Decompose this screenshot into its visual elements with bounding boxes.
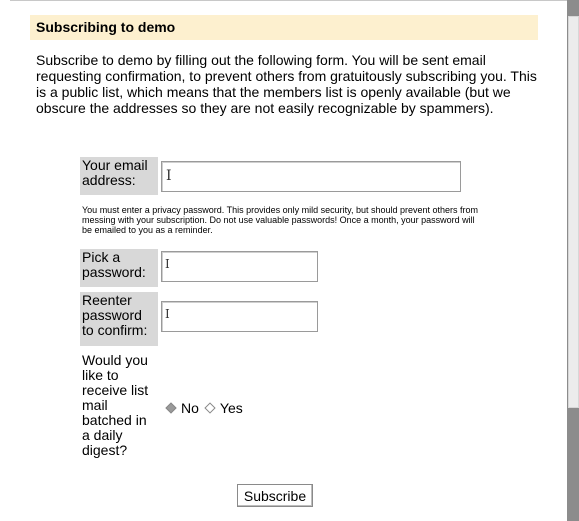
digest-no-label[interactable]: No [181,400,199,416]
text-cursor-icon: I [166,168,172,184]
top-border [10,0,567,6]
text-cursor-icon: I [165,257,170,271]
digest-no-radio[interactable] [165,402,177,414]
digest-yes-label[interactable]: Yes [220,400,243,416]
email-field[interactable]: I [161,161,461,192]
digest-radio-group: No Yes [163,400,243,416]
password-field[interactable]: I [161,251,318,282]
intro-text: Subscribe to demo by filling out the fol… [36,52,537,116]
email-label: Your email address: [80,157,158,195]
password-label: Pick a password: [80,249,158,287]
text-cursor-icon: I [165,307,170,321]
digest-label: Would you like to receive list mail batc… [82,352,149,458]
section-header: Subscribing to demo [30,15,538,40]
section-title: Subscribing to demo [36,19,176,35]
scrollbar-thumb[interactable] [568,16,579,408]
digest-yes-radio[interactable] [204,402,216,414]
confirm-password-label: Reenter password to confirm: [80,292,158,346]
subscribe-button[interactable]: Subscribe [237,484,313,507]
password-note: You must enter a privacy password. This … [82,205,479,235]
confirm-password-field[interactable]: I [161,301,318,332]
vertical-scrollbar[interactable] [567,0,579,521]
